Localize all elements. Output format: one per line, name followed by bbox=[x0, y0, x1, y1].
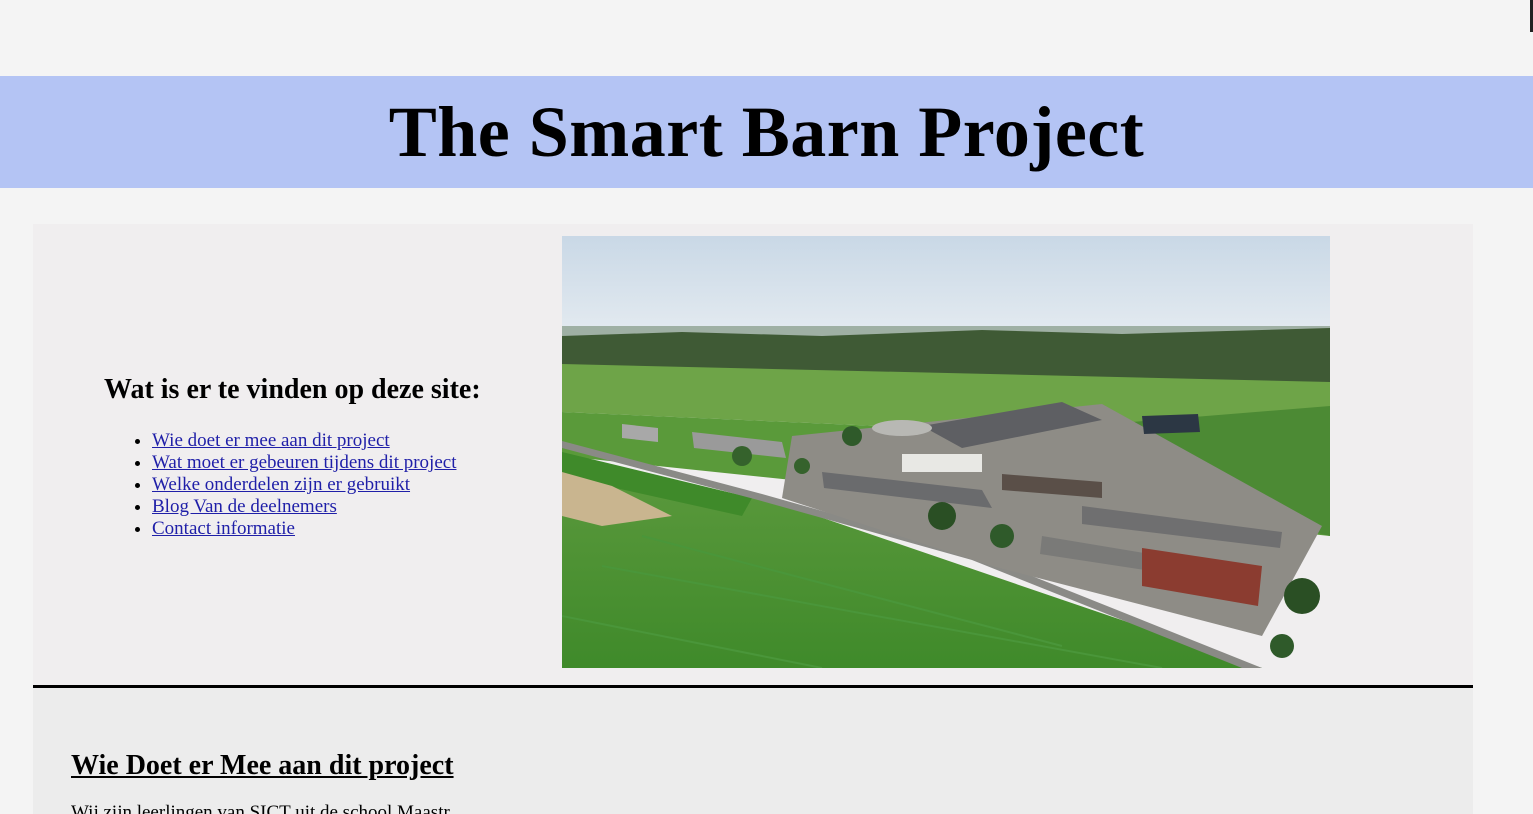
link-contact[interactable]: Contact informatie bbox=[152, 518, 295, 539]
members-paragraph: Wij zijn leerlingen van SICT uit de scho… bbox=[71, 802, 464, 814]
link-participants[interactable]: Wie doet er mee aan dit project bbox=[152, 430, 390, 451]
aerial-farm-photo bbox=[562, 236, 1330, 668]
list-item: Blog Van de deelnemers bbox=[152, 496, 544, 518]
members-section: Wie Doet er Mee aan dit project Wij zijn… bbox=[33, 688, 1473, 814]
page-title: The Smart Barn Project bbox=[388, 92, 1145, 172]
members-heading: Wie Doet er Mee aan dit project bbox=[71, 750, 454, 781]
intro-text: Wat is er te vinden op deze site: Wie do… bbox=[104, 374, 544, 540]
link-blog[interactable]: Blog Van de deelnemers bbox=[152, 496, 337, 517]
site-contents-list: Wie doet er mee aan dit project Wat moet… bbox=[104, 430, 544, 540]
link-tasks[interactable]: Wat moet er gebeuren tijdens dit project bbox=[152, 452, 456, 473]
list-item: Welke onderdelen zijn er gebruikt bbox=[152, 474, 544, 496]
link-components[interactable]: Welke onderdelen zijn er gebruikt bbox=[152, 474, 410, 495]
intro-heading: Wat is er te vinden op deze site: bbox=[104, 374, 481, 405]
list-item: Contact informatie bbox=[152, 518, 544, 540]
site-header: The Smart Barn Project bbox=[0, 76, 1533, 188]
intro-section: Wat is er te vinden op deze site: Wie do… bbox=[33, 224, 1473, 685]
list-item: Wie doet er mee aan dit project bbox=[152, 430, 544, 452]
list-item: Wat moet er gebeuren tijdens dit project bbox=[152, 452, 544, 474]
